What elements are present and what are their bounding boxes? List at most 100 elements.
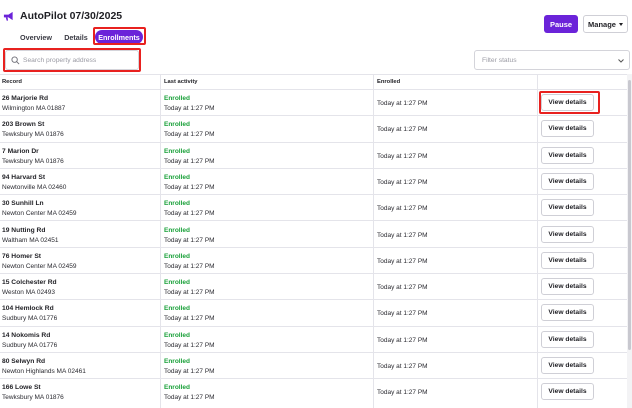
status-text: Enrolled bbox=[164, 200, 191, 208]
status-text: Enrolled bbox=[164, 279, 191, 287]
last-activity-time: Today at 1:27 PM bbox=[164, 131, 215, 139]
last-activity-time: Today at 1:27 PM bbox=[164, 105, 215, 112]
status-text: Enrolled bbox=[164, 358, 191, 365]
record-city: Wilmington MA 01887 bbox=[2, 105, 66, 112]
manage-button[interactable]: Manage bbox=[583, 15, 628, 33]
status-text: Enrolled bbox=[164, 331, 191, 339]
last-activity-time: Today at 1:27 PM bbox=[164, 341, 215, 349]
table-row: 166 Lowe St Tewksbury MA 01876 Enrolled … bbox=[0, 379, 632, 405]
record-city: Tewksbury MA 01876 bbox=[2, 131, 64, 139]
column-header-last-activity[interactable]: Last activity bbox=[164, 79, 198, 85]
table-header: Record Last activity Enrolled bbox=[0, 75, 632, 90]
megaphone-icon bbox=[3, 11, 13, 21]
record-address: 166 Lowe St bbox=[2, 384, 41, 392]
enrolled-time: Today at 1:27 PM bbox=[377, 257, 428, 265]
table-row: 26 Marjorie Rd Wilmington MA 01887 Enrol… bbox=[0, 90, 632, 117]
view-details-button[interactable]: View details bbox=[541, 383, 594, 401]
view-details-button[interactable]: View details bbox=[541, 120, 594, 138]
record-city: Newton Center MA 02459 bbox=[2, 262, 77, 270]
table-row: 30 Sunhill Ln Newton Center MA 02459 Enr… bbox=[0, 195, 632, 222]
record-address: 203 Brown St bbox=[2, 121, 45, 129]
enrolled-time: Today at 1:27 PM bbox=[377, 284, 428, 292]
record-city: Sudbury MA 01776 bbox=[2, 341, 58, 349]
view-details-button[interactable]: View details bbox=[541, 278, 594, 296]
table-row: 7 Marion Dr Tewksbury MA 01876 Enrolled … bbox=[0, 143, 632, 169]
record-city: Newton Highlands MA 02461 bbox=[2, 368, 86, 375]
record-city: Newton Center MA 02459 bbox=[2, 210, 77, 218]
view-details-button[interactable]: View details bbox=[541, 146, 594, 164]
record-city: Waltham MA 02451 bbox=[2, 236, 59, 244]
last-activity-time: Today at 1:27 PM bbox=[164, 183, 215, 191]
status-text: Enrolled bbox=[164, 147, 191, 155]
record-address: 76 Homer St bbox=[2, 252, 42, 260]
view-details-button[interactable]: View details bbox=[541, 199, 594, 217]
enrolled-time: Today at 1:27 PM bbox=[377, 389, 428, 397]
enrolled-time: Today at 1:27 PM bbox=[377, 310, 428, 318]
view-details-button[interactable]: View details bbox=[541, 357, 594, 374]
enrolled-time: Today at 1:27 PM bbox=[377, 178, 428, 186]
tab-details[interactable]: Details bbox=[63, 30, 89, 44]
table-row: 15 Colchester Rd Weston MA 02493 Enrolle… bbox=[0, 274, 632, 301]
enrolled-time: Today at 1:27 PM bbox=[377, 152, 428, 160]
view-details-button[interactable]: View details bbox=[541, 172, 594, 190]
view-details-button[interactable]: View details bbox=[541, 330, 594, 348]
last-activity-time: Today at 1:27 PM bbox=[164, 315, 215, 323]
scrollbar-thumb[interactable] bbox=[628, 80, 631, 350]
enrolled-time: Today at 1:27 PM bbox=[377, 231, 428, 239]
enrolled-time: Today at 1:27 PM bbox=[377, 100, 428, 107]
page-title: AutoPilot 07/30/2025 bbox=[20, 10, 123, 22]
record-city: Tewksbury MA 01876 bbox=[2, 394, 64, 402]
column-header-record[interactable]: Record bbox=[2, 79, 22, 85]
chevron-down-icon bbox=[618, 59, 624, 63]
table-row: 104 Hemlock Rd Sudbury MA 01776 Enrolled… bbox=[0, 300, 632, 327]
last-activity-time: Today at 1:27 PM bbox=[164, 262, 215, 270]
last-activity-time: Today at 1:27 PM bbox=[164, 236, 215, 244]
record-address: 26 Marjorie Rd bbox=[2, 95, 49, 102]
record-address: 15 Colchester Rd bbox=[2, 279, 57, 287]
status-filter-placeholder: Filter status bbox=[482, 57, 517, 64]
record-city: Weston MA 02493 bbox=[2, 289, 55, 297]
enrollments-table: Record Last activity Enrolled 26 Marjori… bbox=[0, 74, 632, 408]
record-city: Sudbury MA 01776 bbox=[2, 315, 58, 323]
vertical-scrollbar[interactable] bbox=[627, 74, 632, 408]
record-address: 94 Harvard St bbox=[2, 173, 46, 181]
highlight-box bbox=[3, 48, 141, 72]
status-filter[interactable]: Filter status bbox=[474, 50, 630, 70]
enrolled-time: Today at 1:27 PM bbox=[377, 336, 428, 344]
highlight-box bbox=[539, 91, 600, 114]
column-header-enrolled[interactable]: Enrolled bbox=[377, 79, 400, 85]
last-activity-time: Today at 1:27 PM bbox=[164, 289, 215, 297]
enrolled-time: Today at 1:27 PM bbox=[377, 126, 428, 134]
last-activity-time: Today at 1:27 PM bbox=[164, 368, 215, 375]
enrolled-time: Today at 1:27 PM bbox=[377, 205, 428, 213]
record-city: Tewksbury MA 01876 bbox=[2, 157, 64, 165]
status-text: Enrolled bbox=[164, 252, 191, 260]
table-row: 203 Brown St Tewksbury MA 01876 Enrolled… bbox=[0, 116, 632, 143]
status-text: Enrolled bbox=[164, 384, 191, 392]
record-address: 19 Nutting Rd bbox=[2, 226, 46, 234]
table-row: 94 Harvard St Newtonville MA 02460 Enrol… bbox=[0, 169, 632, 196]
enrolled-time: Today at 1:27 PM bbox=[377, 363, 428, 370]
manage-button-label: Manage bbox=[588, 19, 616, 29]
table-row: 80 Selwyn Rd Newton Highlands MA 02461 E… bbox=[0, 353, 632, 380]
record-address: 80 Selwyn Rd bbox=[2, 358, 46, 365]
last-activity-time: Today at 1:27 PM bbox=[164, 157, 215, 165]
caret-down-icon bbox=[618, 22, 623, 26]
highlight-box bbox=[93, 27, 146, 45]
record-address: 30 Sunhill Ln bbox=[2, 200, 44, 208]
record-city: Newtonville MA 02460 bbox=[2, 183, 67, 191]
view-details-button[interactable]: View details bbox=[541, 304, 594, 322]
view-details-button[interactable]: View details bbox=[541, 251, 594, 269]
table-row: 14 Nokomis Rd Sudbury MA 01776 Enrolled … bbox=[0, 327, 632, 353]
pause-button[interactable]: Pause bbox=[544, 15, 578, 33]
table-row: 76 Homer St Newton Center MA 02459 Enrol… bbox=[0, 248, 632, 275]
status-text: Enrolled bbox=[164, 95, 191, 102]
status-text: Enrolled bbox=[164, 226, 191, 234]
status-text: Enrolled bbox=[164, 305, 191, 313]
tab-overview[interactable]: Overview bbox=[20, 30, 52, 44]
record-address: 104 Hemlock Rd bbox=[2, 305, 54, 313]
view-details-button[interactable]: View details bbox=[541, 225, 594, 243]
last-activity-time: Today at 1:27 PM bbox=[164, 210, 215, 218]
record-address: 7 Marion Dr bbox=[2, 147, 39, 155]
record-address: 14 Nokomis Rd bbox=[2, 331, 51, 339]
